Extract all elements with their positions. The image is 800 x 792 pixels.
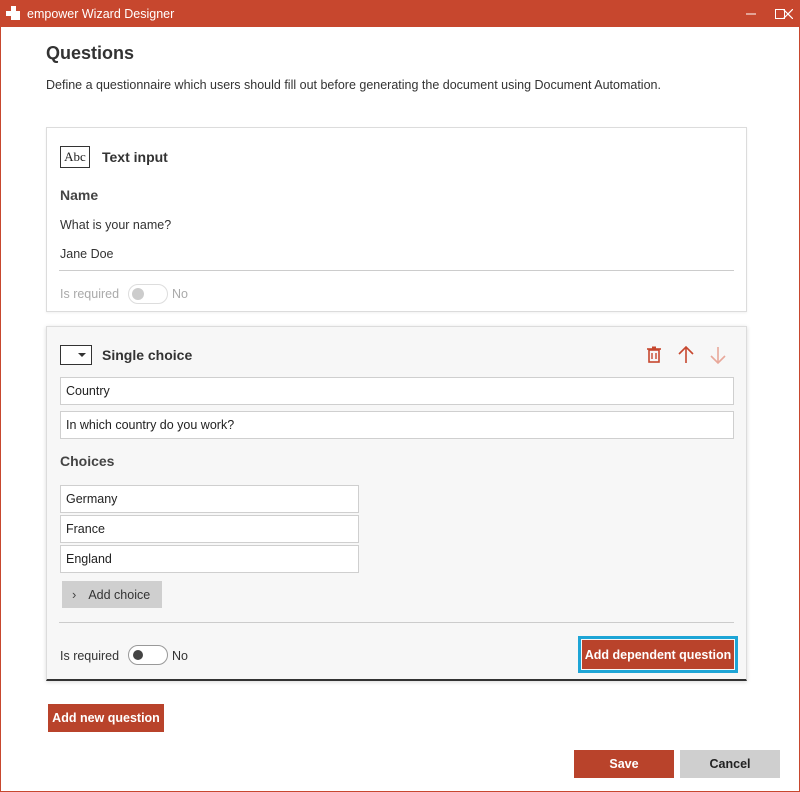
is-required-state: No [172,649,188,663]
question-name-input[interactable]: Country [60,377,734,405]
is-required-toggle[interactable] [128,284,168,304]
question-text: What is your name? [60,218,172,232]
close-button[interactable] [777,1,799,27]
add-choice-button[interactable]: › Add choice [62,581,162,608]
abc-text-icon: Abc [60,146,90,168]
title-bar: empower Wizard Designer [1,1,799,27]
add-new-question-button[interactable]: Add new question [48,704,164,732]
is-required-label: Is required [60,287,120,301]
arrow-down-icon[interactable] [708,345,728,365]
page-description: Define a questionnaire which users shoul… [46,78,661,92]
toggle-knob [132,288,144,300]
question-name: Name [60,187,99,203]
question-card-text-input[interactable]: Abc Text input Name What is your name? J… [46,127,747,312]
is-required-toggle[interactable] [128,645,168,665]
choice-input[interactable]: Germany [60,485,359,513]
question-card-single-choice[interactable]: Single choice Country In which country d… [46,326,747,681]
app-logo-icon [6,6,20,20]
is-required-state: No [172,287,188,301]
minimize-icon [746,13,756,15]
choice-input[interactable]: England [60,545,359,573]
choice-input[interactable]: France [60,515,359,543]
page-title: Questions [46,43,135,63]
chevron-right-icon: › [72,587,77,602]
add-choice-label: Add choice [88,587,151,602]
save-button[interactable]: Save [574,750,674,778]
divider [59,270,734,271]
close-icon [783,9,793,19]
app-window: empower Wizard Designer Questions Define… [0,0,800,792]
divider [59,622,734,623]
minimize-button[interactable] [736,1,766,27]
dropdown-icon [60,345,92,365]
toggle-knob [133,650,143,660]
question-type-label: Text input [102,149,168,165]
choices-label: Choices [60,453,115,469]
arrow-up-icon[interactable] [676,345,696,365]
is-required-label: Is required [60,649,120,663]
window-title: empower Wizard Designer [27,7,175,21]
cancel-button[interactable]: Cancel [680,750,780,778]
delete-icon[interactable] [644,345,664,365]
question-type-label: Single choice [102,347,193,363]
add-dependent-question-button[interactable]: Add dependent question [578,636,738,673]
question-default-value: Jane Doe [60,247,114,261]
question-text-input[interactable]: In which country do you work? [60,411,734,439]
